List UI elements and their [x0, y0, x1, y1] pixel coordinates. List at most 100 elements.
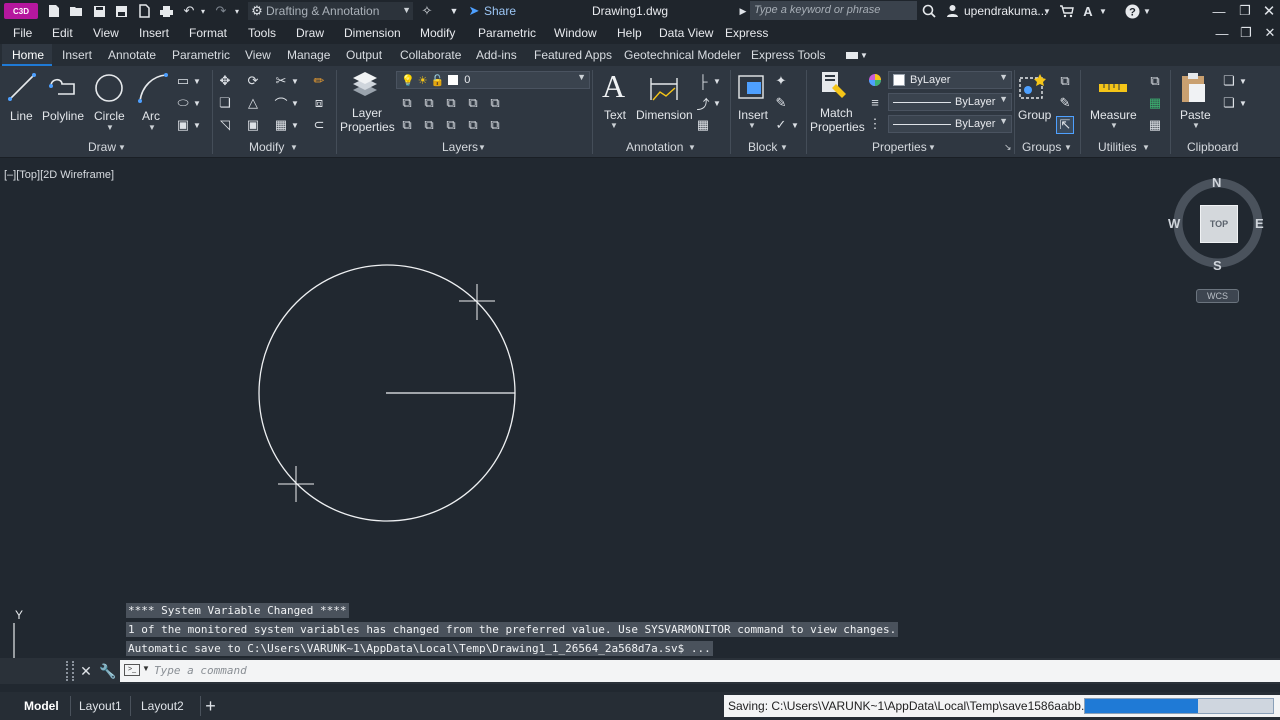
workspace-switcher[interactable]: ⚙ Drafting & Annotation ▼: [248, 2, 413, 20]
tab-model[interactable]: Model: [14, 696, 70, 716]
menu-help[interactable]: Help: [617, 26, 642, 40]
annotation-panel-title[interactable]: Annotation: [626, 140, 683, 154]
mirror-icon[interactable]: △: [244, 94, 262, 112]
copy-with-base-icon[interactable]: ❏: [1220, 94, 1238, 112]
draw-panel-dropdown-icon[interactable]: ▼: [118, 143, 126, 152]
chevron-right-icon[interactable]: ▶: [738, 3, 748, 19]
layer-off-icon[interactable]: ⧉: [398, 116, 416, 134]
redo-dropdown-icon[interactable]: ▾: [232, 3, 242, 19]
layer-properties-button[interactable]: Layer Properties: [338, 70, 395, 136]
restore-icon[interactable]: ❐: [1236, 3, 1254, 19]
clipboard-panel-title[interactable]: Clipboard: [1187, 140, 1238, 154]
layers-panel-dropdown-icon[interactable]: ▼: [478, 143, 486, 152]
redo-icon[interactable]: ↷: [212, 3, 230, 19]
quick-select-icon[interactable]: ⧉: [1146, 72, 1164, 90]
drawing-area[interactable]: [–][Top][2D Wireframe] Y N S W E TOP WCS…: [0, 159, 1280, 694]
command-dropdown-icon[interactable]: ▼: [142, 664, 150, 673]
copy-clip-dropdown-icon[interactable]: ▼: [1238, 72, 1248, 90]
layer-previous-icon[interactable]: ⧉: [420, 94, 438, 112]
user-icon[interactable]: [944, 3, 960, 19]
stretch-icon[interactable]: ◹: [216, 116, 234, 134]
tab-collaborate[interactable]: Collaborate: [400, 48, 461, 62]
table-icon[interactable]: ▦: [694, 116, 712, 134]
edit-attributes-dropdown-icon[interactable]: ▼: [790, 116, 800, 134]
copy-icon[interactable]: ❏: [216, 94, 234, 112]
export-icon[interactable]: [136, 3, 152, 19]
search-icon[interactable]: [921, 3, 937, 19]
tab-view[interactable]: View: [245, 48, 271, 62]
viewcube-top-face[interactable]: TOP: [1200, 205, 1238, 243]
customize-dropdown-icon[interactable]: ▼: [448, 3, 460, 19]
search-input[interactable]: Type a keyword or phrase: [750, 1, 917, 20]
properties-panel-title[interactable]: Properties: [872, 140, 927, 154]
tab-geotechnical-modeler[interactable]: Geotechnical Modeler: [624, 48, 741, 62]
save-icon[interactable]: [91, 3, 107, 19]
draw-panel-title[interactable]: Draw: [88, 140, 116, 154]
user-dropdown-icon[interactable]: ▼: [1042, 3, 1052, 19]
compass-east[interactable]: E: [1255, 216, 1264, 231]
modify-panel-title[interactable]: Modify: [249, 140, 284, 154]
add-layout-icon[interactable]: +: [200, 696, 220, 716]
menu-edit[interactable]: Edit: [52, 26, 73, 40]
layer-unisolate-icon[interactable]: ⧉: [420, 116, 438, 134]
menu-modify[interactable]: Modify: [420, 26, 455, 40]
app-logo[interactable]: C3D: [4, 3, 38, 19]
leader-dropdown-icon[interactable]: ▼: [712, 94, 722, 112]
block-panel-title[interactable]: Block: [748, 140, 777, 154]
array-dropdown-icon[interactable]: ▼: [290, 116, 300, 134]
tab-annotate[interactable]: Annotate: [108, 48, 156, 62]
create-block-icon[interactable]: ✦: [772, 72, 790, 90]
ellipse-dropdown-icon[interactable]: ▼: [192, 116, 202, 134]
tab-insert[interactable]: Insert: [62, 48, 92, 62]
hatch-icon[interactable]: ⬭: [174, 94, 192, 112]
utilities-panel-title[interactable]: Utilities: [1098, 140, 1137, 154]
tab-add-ins[interactable]: Add-ins: [476, 48, 517, 62]
compass-north[interactable]: N: [1212, 175, 1221, 190]
select-all-icon[interactable]: ▦: [1146, 94, 1164, 112]
undo-icon[interactable]: ↶: [180, 3, 198, 19]
group-selection-icon[interactable]: ⇱: [1056, 116, 1074, 134]
linear-dim-icon[interactable]: ├: [694, 72, 712, 90]
share-button[interactable]: ➤ Share: [466, 2, 526, 20]
menu-parametric[interactable]: Parametric: [478, 26, 536, 40]
properties-launcher-icon[interactable]: ↘: [1004, 142, 1012, 153]
erase-icon[interactable]: ✏: [310, 72, 328, 90]
trim-dropdown-icon[interactable]: ▼: [290, 72, 300, 90]
block-panel-dropdown-icon[interactable]: ▼: [780, 143, 788, 152]
layer-match-icon[interactable]: ⧉: [398, 94, 416, 112]
utilities-panel-dropdown-icon[interactable]: ▼: [1142, 143, 1150, 152]
command-prompt-icon[interactable]: >_: [124, 664, 140, 676]
layer-freeze-icon[interactable]: ⧉: [486, 94, 504, 112]
help-icon[interactable]: ?: [1124, 3, 1140, 19]
compass-south[interactable]: S: [1213, 258, 1222, 273]
menu-express[interactable]: Express: [725, 26, 768, 40]
cart-icon[interactable]: [1058, 3, 1074, 19]
group-tool[interactable]: Group: [1016, 70, 1052, 130]
hatch-dropdown-icon[interactable]: ▼: [192, 94, 202, 112]
tab-featured-apps[interactable]: Featured Apps: [534, 48, 612, 62]
customize-wrench-icon[interactable]: 🔧: [99, 662, 116, 680]
lineweight-dropdown[interactable]: ByLayer ▼: [888, 93, 1012, 111]
fillet-dropdown-icon[interactable]: ▼: [290, 94, 300, 112]
group-edit-icon[interactable]: ✎: [1056, 94, 1074, 112]
close-command-icon[interactable]: ✕: [78, 662, 94, 680]
command-input[interactable]: >_ ▼ Type a command: [120, 660, 1280, 682]
rectangle-icon[interactable]: ▭: [174, 72, 192, 90]
match-properties-tool[interactable]: Match Properties: [808, 70, 865, 136]
offset-icon[interactable]: ⊂: [310, 116, 328, 134]
layer-walk-icon[interactable]: ⧉: [486, 116, 504, 134]
undo-dropdown-icon[interactable]: ▾: [198, 3, 208, 19]
command-grip[interactable]: [66, 661, 74, 681]
doc-restore-icon[interactable]: ❐: [1238, 25, 1254, 41]
array-icon[interactable]: ▦: [272, 116, 290, 134]
doc-minimize-icon[interactable]: —: [1214, 25, 1230, 41]
menu-insert[interactable]: Insert: [139, 26, 169, 40]
compass-west[interactable]: W: [1168, 216, 1180, 231]
linetype-dropdown[interactable]: ByLayer ▼: [888, 115, 1012, 133]
menu-view[interactable]: View: [93, 26, 119, 40]
ribbon-display-toggle[interactable]: [846, 52, 858, 59]
circle-tool[interactable]: Circle ▼: [90, 70, 128, 132]
dimension-tool[interactable]: Dimension: [634, 70, 693, 132]
layer-thaw-all-icon[interactable]: ⧉: [442, 116, 460, 134]
modify-panel-dropdown-icon[interactable]: ▼: [290, 143, 298, 152]
